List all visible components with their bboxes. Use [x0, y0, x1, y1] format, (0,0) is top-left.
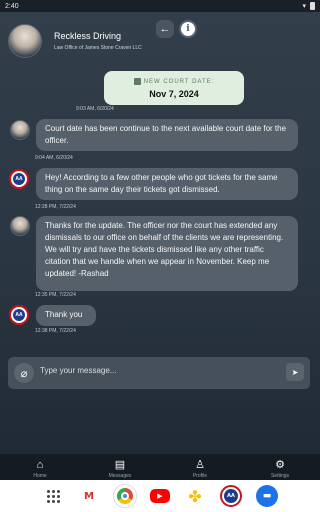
attorney-avatar[interactable]	[8, 24, 42, 58]
attorney-avatar-small	[10, 216, 30, 236]
court-date-value: Nov 7, 2024	[149, 89, 199, 99]
home-icon: ⌂	[36, 459, 44, 471]
gmail-icon[interactable]: M	[78, 485, 100, 507]
attorney-avatar-small	[10, 120, 30, 140]
battery-icon	[310, 2, 315, 10]
message-composer: ⌀ ➤	[8, 357, 310, 389]
nav-label: Profile	[192, 473, 208, 479]
court-date-label: NEW COURT DATE:	[143, 78, 215, 85]
status-time: 2:40	[5, 2, 19, 10]
client-avatar: AA	[9, 169, 29, 189]
calendar-icon	[133, 78, 141, 85]
messages-icon[interactable]: ▬	[256, 485, 278, 507]
message-timestamp: 12:35 PM, 7/22/24	[35, 292, 76, 298]
info-button[interactable]: i	[179, 20, 197, 38]
send-icon: ➤	[291, 367, 299, 377]
nav-label: Settings	[270, 473, 290, 479]
message-bubble-client: Hey! According to a few other people who…	[36, 168, 298, 200]
info-icon: i	[181, 22, 195, 36]
aa-logo-icon: AA	[13, 309, 25, 321]
gear-icon: ⚙	[275, 459, 285, 471]
nav-profile[interactable]: ♙ Profile	[160, 454, 240, 480]
message-bubble-attorney: Court date has been continue to the next…	[36, 119, 298, 151]
nav-messages[interactable]: ▤ Messages	[80, 454, 160, 480]
nav-label: Messages	[108, 473, 132, 479]
nav-settings[interactable]: ⚙ Settings	[240, 454, 320, 480]
message-input[interactable]	[40, 363, 280, 377]
law-office-name: Law Office of James Stone Craven LLC	[54, 45, 142, 51]
youtube-icon[interactable]: ▶	[150, 489, 170, 503]
nav-label: Home	[33, 473, 47, 479]
inbox-icon: ▤	[114, 459, 126, 471]
app-drawer-icon[interactable]	[42, 485, 64, 507]
message-timestamp: 9:04 AM, 6/20/24	[35, 155, 73, 161]
case-title: Reckless Driving	[54, 31, 122, 41]
court-date-card: NEW COURT DATE: Nov 7, 2024	[104, 71, 244, 105]
aa-logo-icon: AA	[13, 173, 25, 185]
message-timestamp: 12:28 PM, 7/22/24	[35, 204, 76, 210]
chrome-icon[interactable]	[114, 485, 136, 507]
court-card-timestamp: 9:03 AM, 6/20/24	[76, 106, 114, 112]
aa-app-icon[interactable]: AA	[220, 485, 242, 507]
message-bubble-client: Thank you	[36, 305, 96, 326]
attach-button[interactable]: ⌀	[14, 363, 34, 383]
message-timestamp: 12:38 PM, 7/22/24	[35, 328, 76, 334]
status-bar: 2:40 ▾	[0, 0, 320, 12]
app-dock: M ▶ ✤ AA ▬	[0, 480, 320, 512]
person-icon: ♙	[195, 459, 205, 471]
photos-icon[interactable]: ✤	[184, 485, 206, 507]
wifi-icon: ▾	[302, 2, 306, 10]
arrow-left-icon: ←	[159, 23, 171, 35]
paperclip-icon: ⌀	[20, 367, 28, 380]
send-button[interactable]: ➤	[286, 363, 304, 381]
back-button[interactable]: ←	[156, 20, 174, 38]
client-avatar: AA	[9, 305, 29, 325]
message-bubble-attorney: Thanks for the update. The officer nor t…	[36, 216, 298, 291]
nav-home[interactable]: ⌂ Home	[0, 454, 80, 480]
bottom-navigation: ⌂ Home ▤ Messages ♙ Profile ⚙ Settings	[0, 454, 320, 480]
